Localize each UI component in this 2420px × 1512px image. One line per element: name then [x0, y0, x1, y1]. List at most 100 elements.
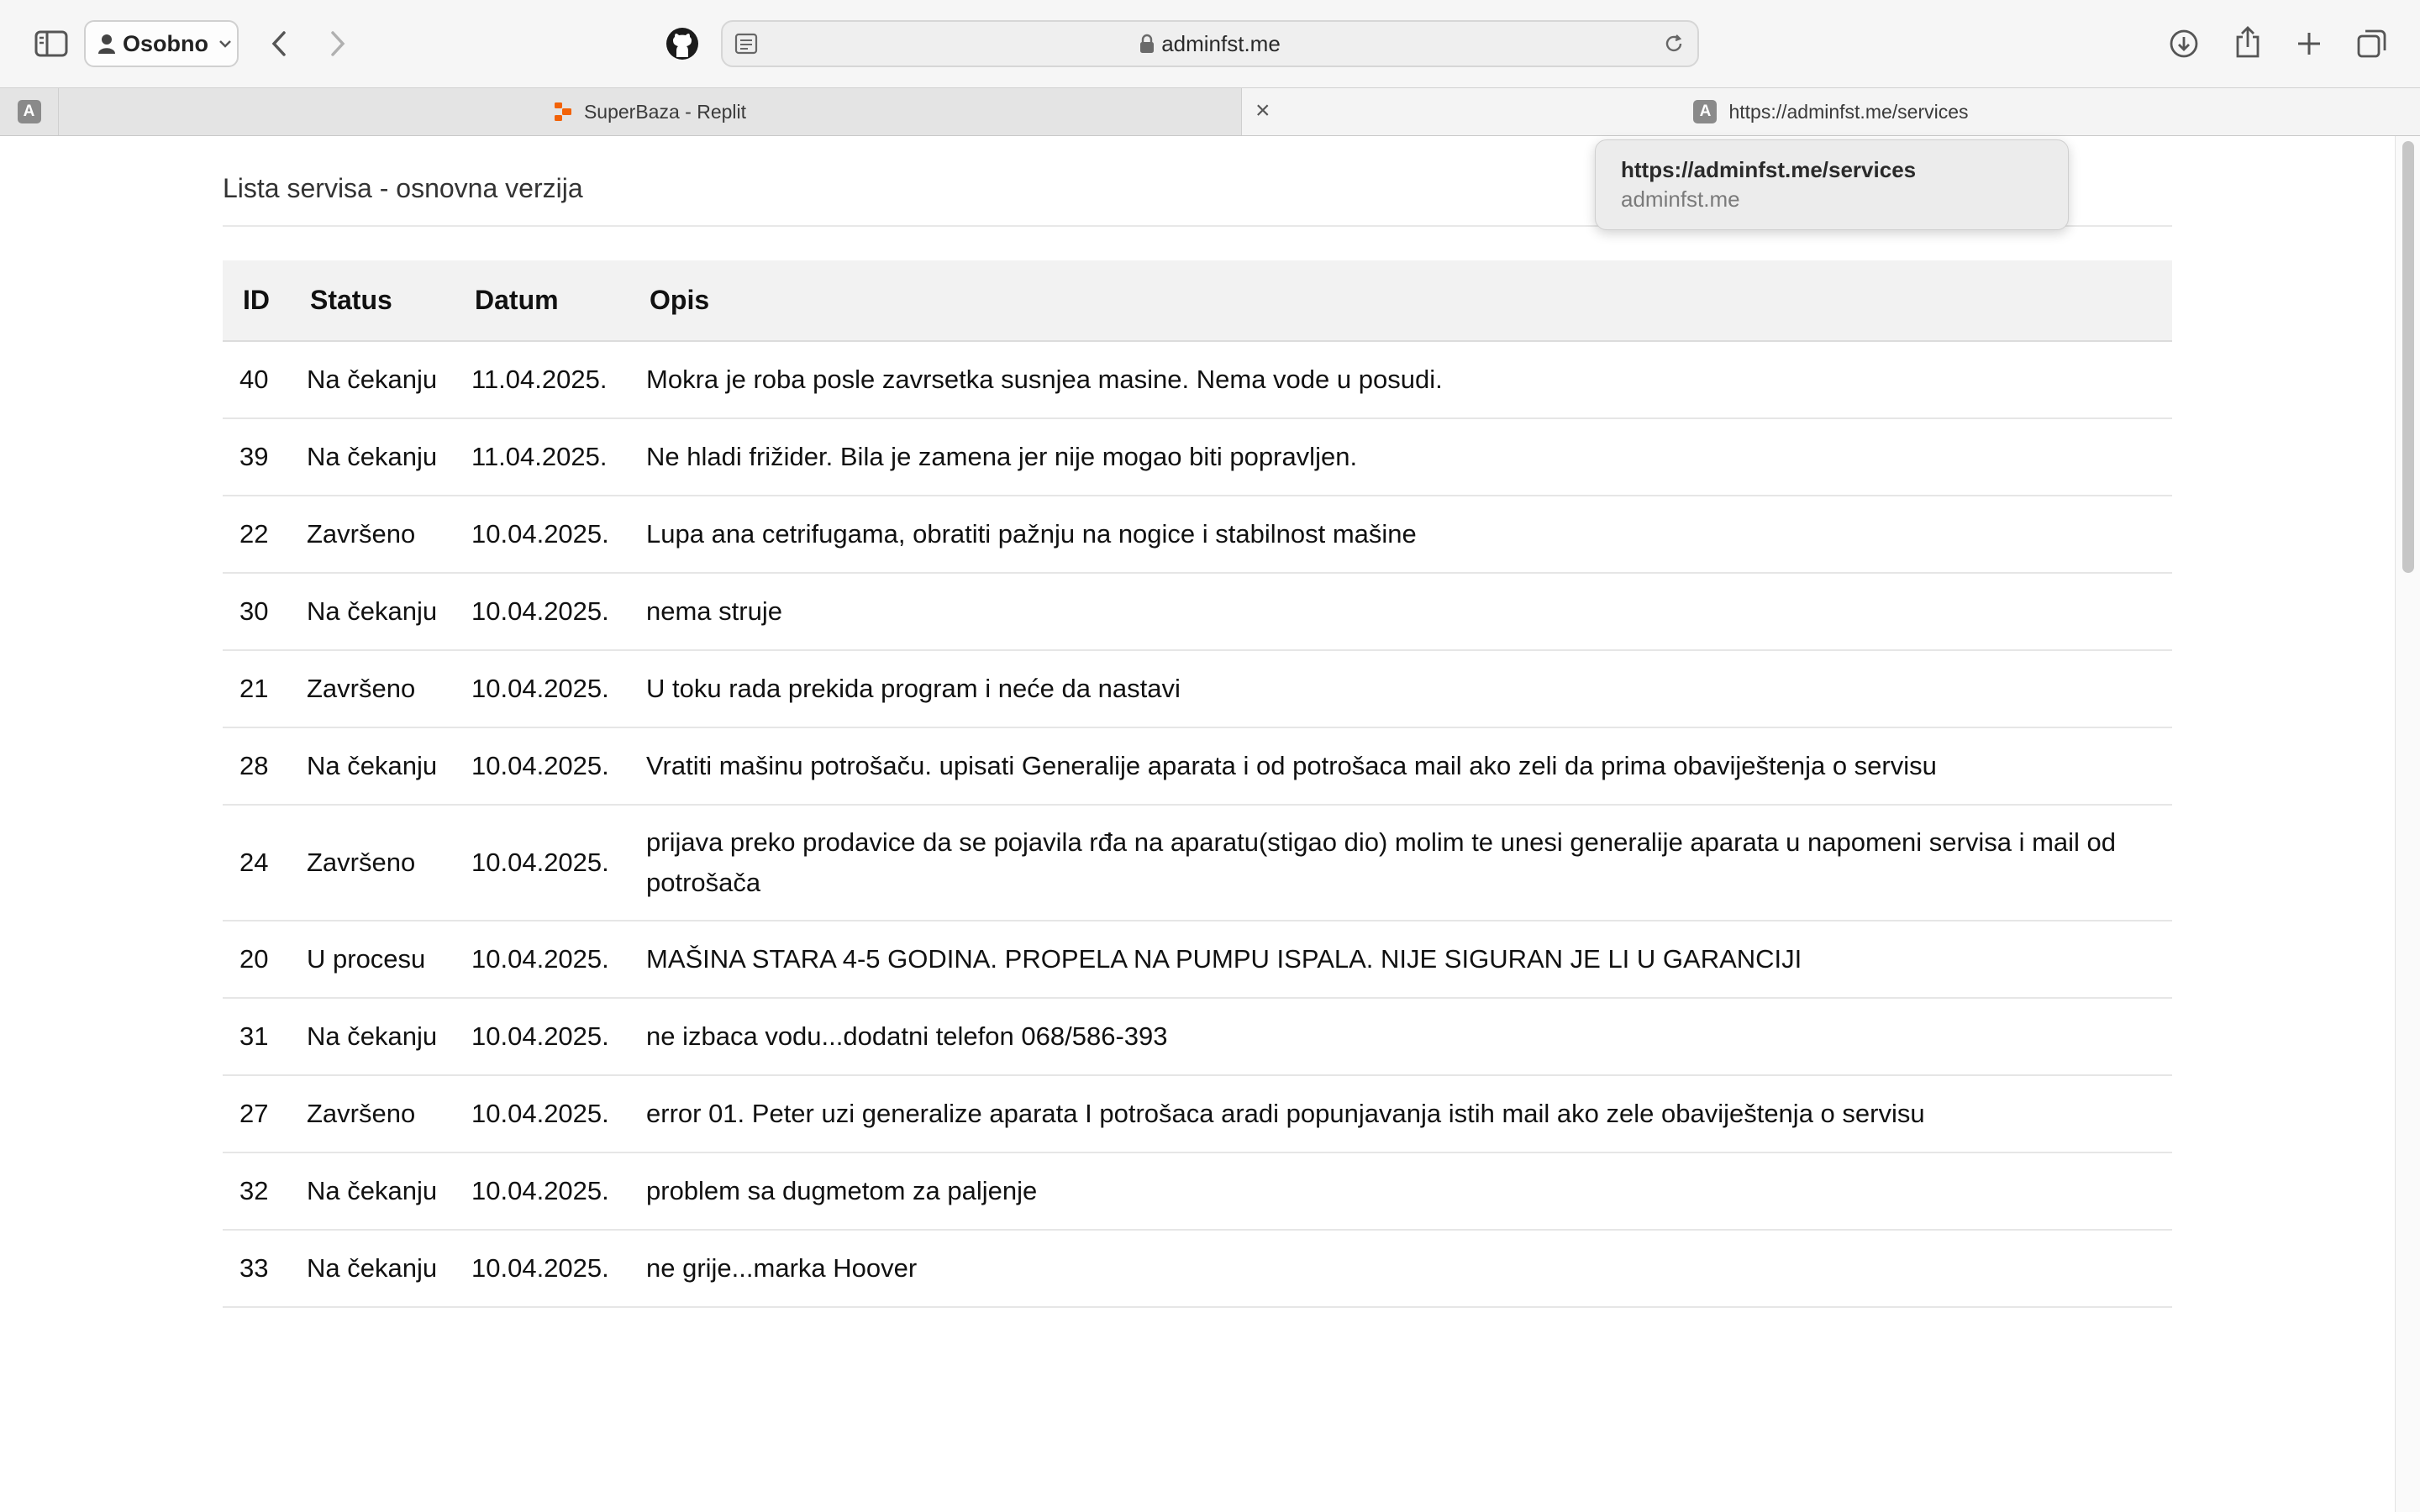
- row-status: Završeno: [290, 650, 455, 728]
- row-id: 24: [223, 805, 290, 921]
- row-description: Ne hladi frižider. Bila je zamena jer ni…: [629, 418, 2172, 496]
- row-date: 10.04.2025.: [455, 805, 629, 921]
- tab-label: https://adminfst.me/services: [1728, 100, 1969, 123]
- row-description: prijava preko prodavice da se pojavila r…: [629, 805, 2172, 921]
- table-row: 21 Završeno 10.04.2025. U toku rada prekida…: [223, 650, 2172, 728]
- row-status: Na čekanju: [290, 998, 455, 1076]
- row-status: Na čekanju: [290, 573, 455, 651]
- row-description: nema struje: [629, 573, 2172, 651]
- row-id: 28: [223, 727, 290, 806]
- table-row: 28 Na čekanju 10.04.2025. Vratiti mašinu po…: [223, 727, 2172, 806]
- reader-icon[interactable]: [734, 32, 758, 55]
- table-row: 24 Završeno 10.04.2025. prijava preko proda…: [223, 805, 2172, 921]
- row-date: 10.04.2025.: [455, 1230, 629, 1308]
- table-row: 20 U procesu 10.04.2025. MAŠINA STARA 4-5 G…: [223, 921, 2172, 999]
- services-table: ID Status Datum Opis 40 Na čekanju 11.04.2…: [223, 260, 2172, 1308]
- download-icon[interactable]: [2166, 25, 2202, 62]
- row-id: 33: [223, 1230, 290, 1308]
- table-row: 22 Završeno 10.04.2025. Lupa ana cetrifugam…: [223, 496, 2172, 574]
- row-id: 32: [223, 1152, 290, 1231]
- chevron-right-icon[interactable]: [323, 25, 353, 62]
- row-status: Na čekanju: [290, 727, 455, 806]
- row-description: error 01. Peter uzi generalize aparata I…: [629, 1075, 2172, 1153]
- share-icon[interactable]: [2230, 22, 2265, 62]
- row-status: Završeno: [290, 1075, 455, 1153]
- row-description: ne izbaca vodu...dodatni telefon 068/586…: [629, 998, 2172, 1076]
- tabs-icon[interactable]: [2354, 25, 2390, 62]
- table-header-row: ID Status Datum Opis: [223, 260, 2172, 342]
- row-description: ne grije...marka Hoover: [629, 1230, 2172, 1308]
- table-row: 40 Na čekanju 11.04.2025. Mokra je roba pos…: [223, 341, 2172, 419]
- tab-bar: A SuperBaza - Replit × A https://adminfs…: [0, 87, 2420, 136]
- tab-superbaza[interactable]: SuperBaza - Replit: [59, 88, 1242, 135]
- table-row: 33 Na čekanju 10.04.2025. ne grije...marka …: [223, 1230, 2172, 1308]
- tab-tooltip: https://adminfst.me/services adminfst.me: [1595, 139, 2069, 230]
- site-favicon-icon: A: [17, 100, 41, 123]
- row-description: MAŠINA STARA 4-5 GODINA. PROPELA NA PUMP…: [629, 921, 2172, 999]
- row-status: Na čekanju: [290, 1230, 455, 1308]
- tooltip-url: https://adminfst.me/services: [1621, 157, 1917, 182]
- lock-icon: [1140, 34, 1155, 53]
- row-status: Završeno: [290, 496, 455, 574]
- row-date: 10.04.2025.: [455, 1075, 629, 1153]
- browser-toolbar: Osobno adminfst.me: [0, 0, 2420, 87]
- table-row: 27 Završeno 10.04.2025. error 01. Peter uzi…: [223, 1075, 2172, 1153]
- row-description: Vratiti mašinu potrošaču. upisati Genera…: [629, 727, 2172, 806]
- profile-button[interactable]: Osobno: [84, 20, 239, 67]
- row-id: 27: [223, 1075, 290, 1153]
- row-description: Mokra je roba posle zavrsetka susnjea ma…: [629, 341, 2172, 419]
- row-id: 39: [223, 418, 290, 496]
- table-row: 30 Na čekanju 10.04.2025. nema struje: [223, 573, 2172, 651]
- row-status: Na čekanju: [290, 341, 455, 419]
- column-header-date: Datum: [455, 260, 629, 342]
- row-id: 21: [223, 650, 290, 728]
- replit-icon: [554, 102, 571, 121]
- table-row: 31 Na čekanju 10.04.2025. ne izbaca vodu...…: [223, 998, 2172, 1076]
- table-row: 39 Na čekanju 11.04.2025. Ne hladi frižider…: [223, 418, 2172, 496]
- row-status: Na čekanju: [290, 1152, 455, 1231]
- site-favicon-icon: A: [1693, 100, 1718, 123]
- row-description: problem sa dugmetom za paljenje: [629, 1152, 2172, 1231]
- scrollbar-thumb[interactable]: [2402, 141, 2414, 573]
- address-url: adminfst.me: [1161, 30, 1281, 56]
- row-date: 11.04.2025.: [455, 341, 629, 419]
- row-date: 10.04.2025.: [455, 1152, 629, 1231]
- github-icon[interactable]: [664, 25, 701, 62]
- page-title: Lista servisa - osnovna verzija: [223, 173, 583, 203]
- row-description: Lupa ana cetrifugama, obratiti pažnju na…: [629, 496, 2172, 574]
- row-date: 10.04.2025.: [455, 573, 629, 651]
- row-description: U toku rada prekida program i neće da na…: [629, 650, 2172, 728]
- row-status: Završeno: [290, 805, 455, 921]
- column-header-status: Status: [290, 260, 455, 342]
- column-header-id: ID: [223, 260, 290, 342]
- row-date: 10.04.2025.: [455, 650, 629, 728]
- row-date: 10.04.2025.: [455, 921, 629, 999]
- tab-services[interactable]: × A https://adminfst.me/services: [1242, 88, 2420, 135]
- row-id: 31: [223, 998, 290, 1076]
- address-bar[interactable]: adminfst.me: [721, 20, 1699, 67]
- row-date: 10.04.2025.: [455, 998, 629, 1076]
- row-date: 11.04.2025.: [455, 418, 629, 496]
- table-row: 32 Na čekanju 10.04.2025. problem sa dugmet…: [223, 1152, 2172, 1231]
- row-date: 10.04.2025.: [455, 496, 629, 574]
- tooltip-host: adminfst.me: [1621, 186, 1740, 212]
- person-icon: [98, 34, 115, 54]
- row-status: U procesu: [290, 921, 455, 999]
- tab-label: SuperBaza - Replit: [583, 100, 747, 123]
- reload-icon[interactable]: [1662, 32, 1686, 55]
- profile-label: Osobno: [123, 30, 208, 56]
- vertical-scrollbar[interactable]: [2395, 136, 2420, 1512]
- row-id: 20: [223, 921, 290, 999]
- row-id: 30: [223, 573, 290, 651]
- row-id: 22: [223, 496, 290, 574]
- row-id: 40: [223, 341, 290, 419]
- chevron-down-icon: [219, 40, 231, 48]
- sidebar-icon[interactable]: [32, 25, 71, 62]
- close-icon[interactable]: ×: [1255, 98, 1270, 123]
- plus-icon[interactable]: [2292, 25, 2326, 62]
- column-header-description: Opis: [629, 260, 2172, 342]
- row-date: 10.04.2025.: [455, 727, 629, 806]
- chevron-left-icon[interactable]: [264, 25, 294, 62]
- row-status: Na čekanju: [290, 418, 455, 496]
- pinned-tab[interactable]: A: [0, 88, 59, 135]
